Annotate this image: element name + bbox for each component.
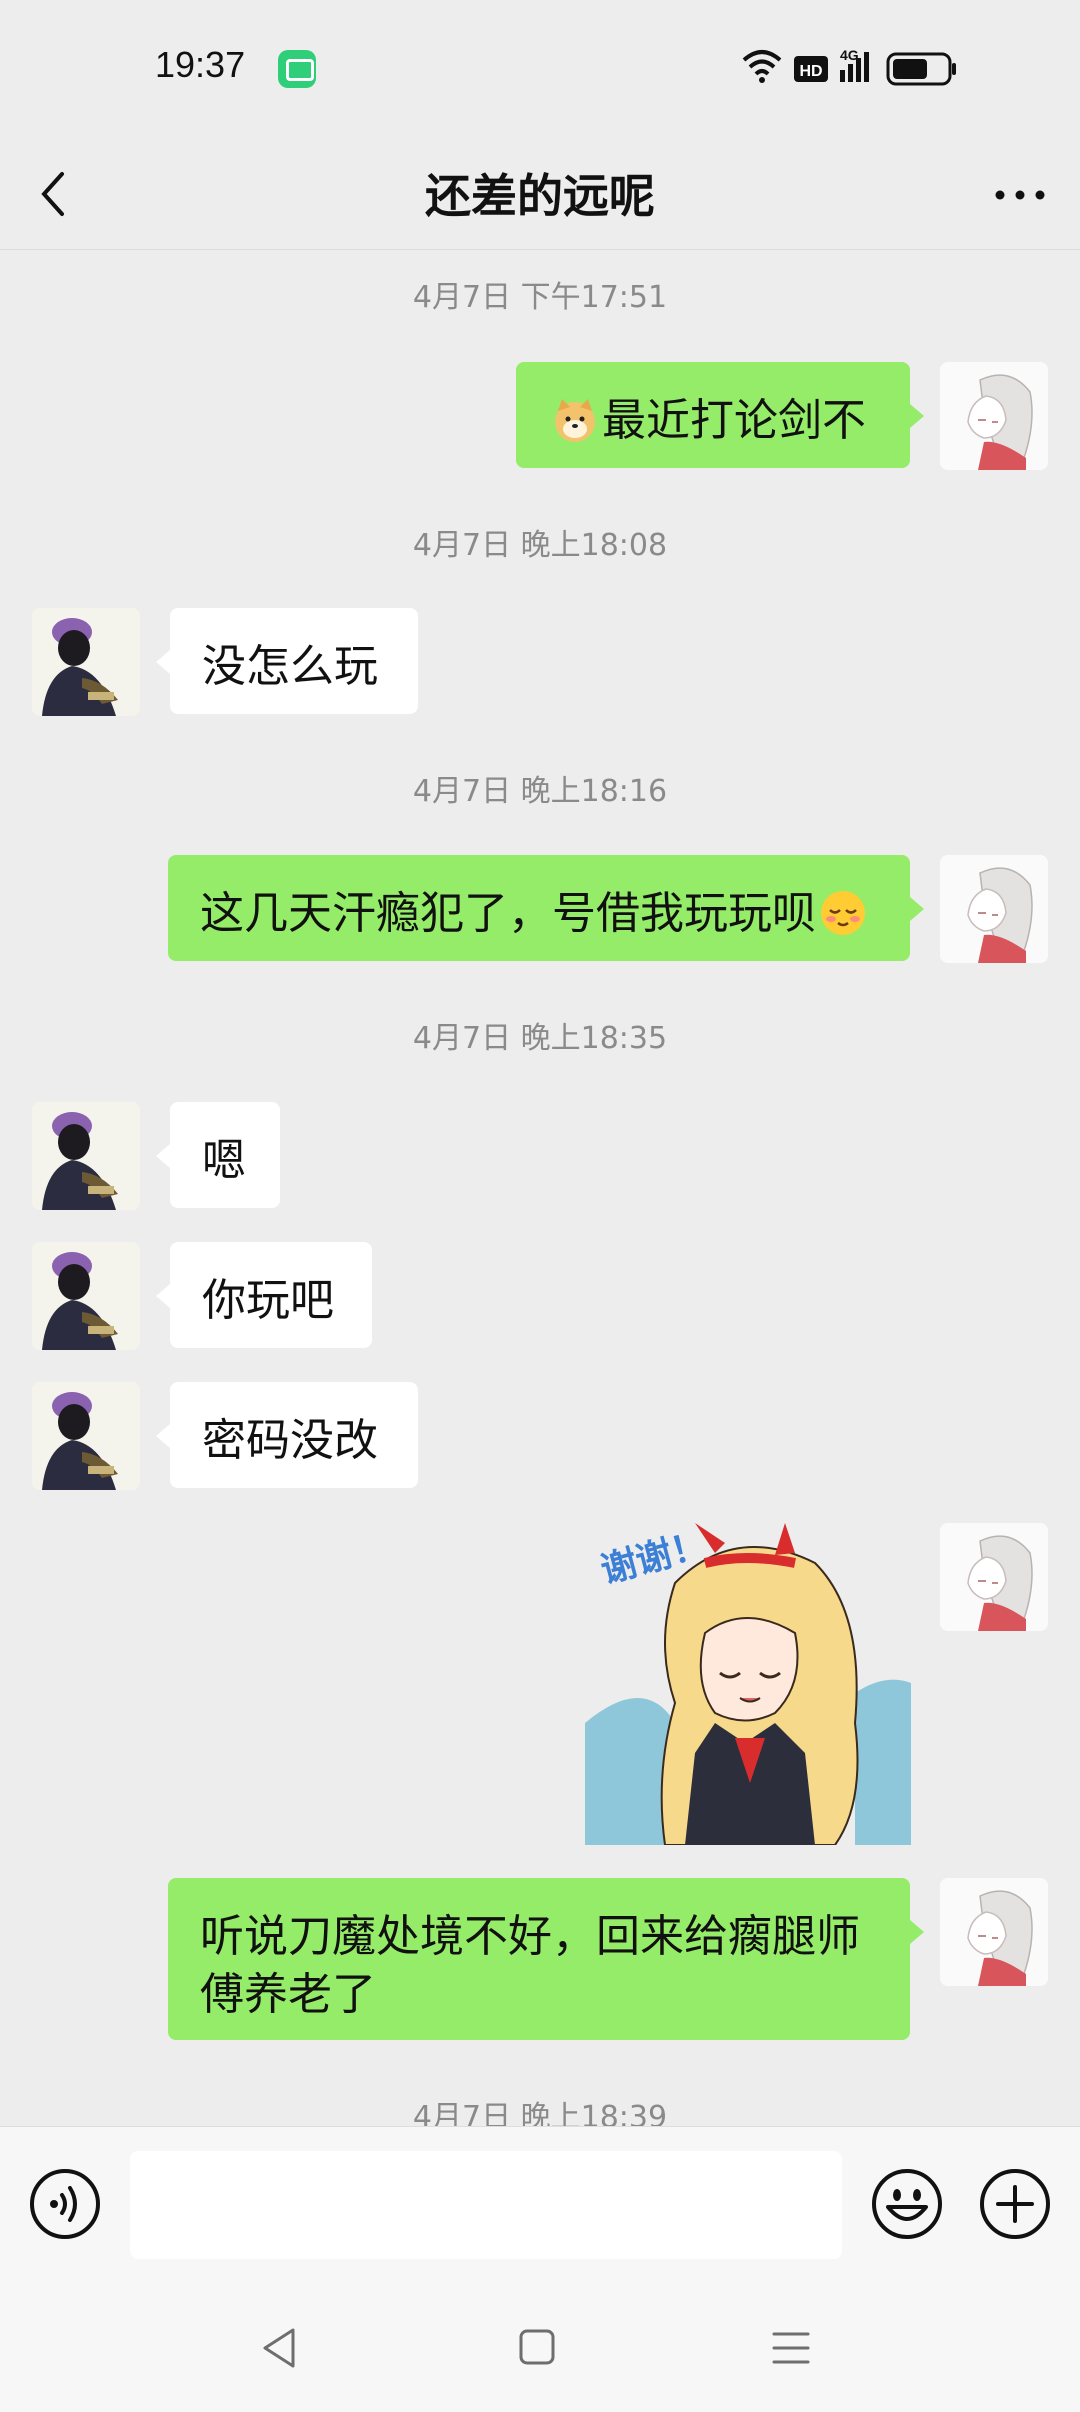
- avatar-contact[interactable]: [32, 1102, 140, 1210]
- wifi-icon: [742, 50, 782, 83]
- avatar-contact[interactable]: [32, 608, 140, 716]
- message-input[interactable]: [130, 2151, 842, 2259]
- message-bubble-received[interactable]: 你玩吧: [156, 1242, 372, 1348]
- network-label: 4G: [840, 47, 859, 63]
- emoji-icon[interactable]: [870, 2167, 944, 2241]
- voice-icon[interactable]: [28, 2167, 102, 2241]
- status-bar: 19:37 HD 4G: [0, 0, 1080, 140]
- message-text: 没怎么玩: [202, 641, 378, 692]
- nav-back-icon[interactable]: [255, 2320, 305, 2376]
- system-nav-bar: [0, 2286, 1080, 2412]
- more-dots-icon[interactable]: [990, 170, 1050, 220]
- anime-girl-avatar-icon: [940, 362, 1048, 470]
- status-time: 19:37: [155, 44, 246, 85]
- man-hat-avatar-icon: [32, 1382, 140, 1490]
- nav-recents-icon[interactable]: [766, 2320, 816, 2376]
- avatar-me[interactable]: [940, 855, 1048, 963]
- chat-app-notification-icon: [278, 50, 316, 88]
- message-text: 最近打论剑不: [602, 395, 866, 446]
- message-bubble-sent[interactable]: 这几天汗瘾犯了，号借我玩玩呗: [168, 855, 924, 961]
- message-bubble-sent[interactable]: 最近打论剑不: [516, 362, 924, 468]
- message-timestamp: 4月7日 晚上18:16: [412, 774, 668, 809]
- hd-icon: HD: [794, 56, 828, 82]
- signal-icon: 4G: [840, 47, 869, 82]
- message-bubble-received[interactable]: 嗯: [156, 1102, 280, 1208]
- avatar-contact[interactable]: [32, 1382, 140, 1490]
- message-timestamp: 4月7日 晚上18:08: [412, 528, 668, 563]
- doge-emoji-icon: [555, 399, 595, 442]
- man-hat-avatar-icon: [32, 608, 140, 716]
- anime-girl-avatar-icon: [940, 1878, 1048, 1986]
- nav-home-icon[interactable]: [512, 2320, 562, 2376]
- avatar-me[interactable]: [940, 1878, 1048, 1986]
- message-timestamp: 4月7日 晚上18:35: [412, 1021, 668, 1056]
- message-text-line2: 傅养老了: [200, 1969, 376, 2020]
- message-bubble-received[interactable]: 没怎么玩: [156, 608, 418, 714]
- message-text: 你玩吧: [202, 1275, 334, 1326]
- avatar-contact[interactable]: [32, 1242, 140, 1350]
- man-hat-avatar-icon: [32, 1102, 140, 1210]
- plus-icon[interactable]: [978, 2167, 1052, 2241]
- input-bar: [0, 2126, 1080, 2286]
- anime-girl-avatar-icon: [940, 855, 1048, 963]
- message-text: 密码没改: [202, 1415, 378, 1466]
- message-timestamp: 4月7日 下午17:51: [412, 280, 668, 315]
- message-bubble-received[interactable]: 密码没改: [156, 1382, 418, 1488]
- man-hat-avatar-icon: [32, 1242, 140, 1350]
- avatar-me[interactable]: [940, 362, 1048, 470]
- message-bubble-sent[interactable]: 听说刀魔处境不好，回来给瘸腿师 傅养老了: [168, 1878, 924, 2040]
- chat-title: 还差的远呢: [425, 169, 655, 223]
- status-icons: HD 4G: [740, 46, 1000, 90]
- blush-emoji-icon: [821, 891, 865, 935]
- avatar-me[interactable]: [940, 1523, 1048, 1631]
- anime-thanks-sticker[interactable]: 谢谢！: [585, 1523, 911, 1845]
- message-text-line1: 听说刀魔处境不好，回来给瘸腿师: [200, 1911, 860, 1962]
- message-text: 这几天汗瘾犯了，号借我玩玩呗: [200, 888, 816, 939]
- anime-girl-avatar-icon: [940, 1523, 1048, 1631]
- message-text: 嗯: [202, 1135, 246, 1186]
- chat-header: 还差的远呢: [0, 140, 1080, 250]
- battery-icon: [886, 52, 956, 86]
- hd-label: HD: [799, 63, 822, 80]
